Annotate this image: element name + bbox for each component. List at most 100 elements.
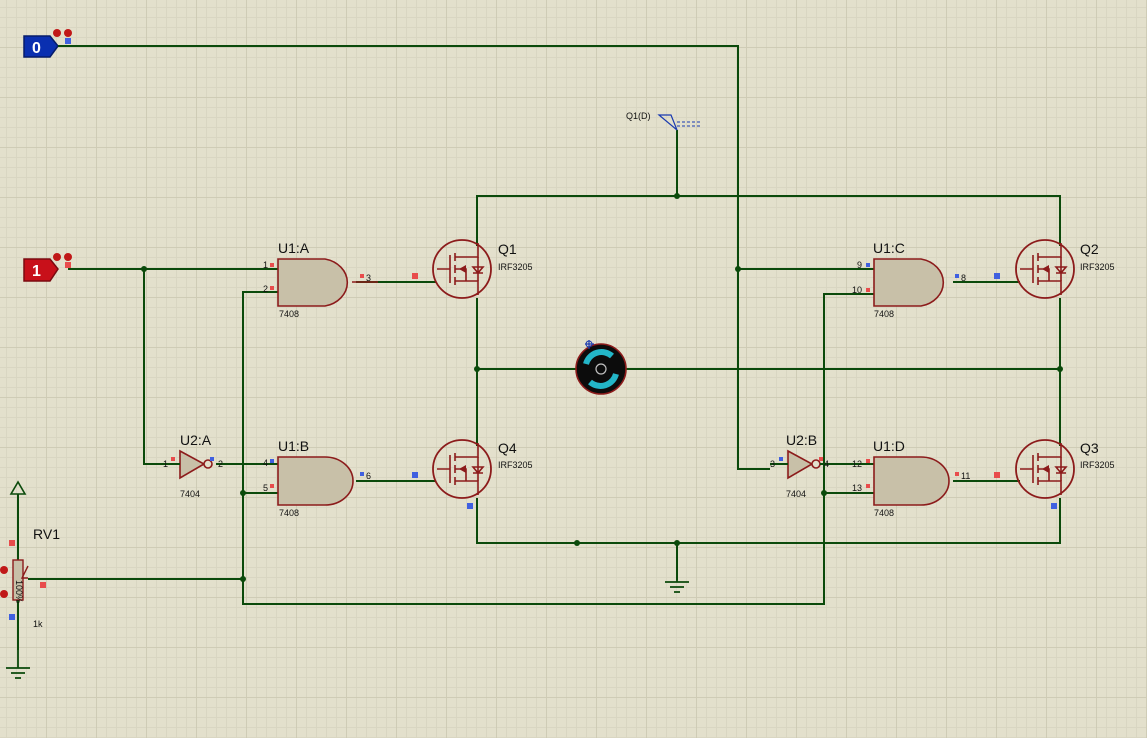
pin-number: 11 bbox=[961, 471, 970, 481]
logic-state-dot bbox=[53, 29, 61, 37]
logic-state-dot bbox=[53, 253, 61, 261]
pin-state-high bbox=[994, 472, 1000, 478]
logic-state-dot bbox=[64, 29, 72, 37]
and-gate-u1c[interactable]: U1:C 7408 9 10 8 bbox=[852, 240, 966, 319]
wires bbox=[28, 45, 1061, 605]
wire-to-u2a[interactable] bbox=[143, 269, 175, 465]
gate-part: 7404 bbox=[180, 489, 200, 499]
voltage-probe[interactable]: Q1(D) bbox=[626, 111, 700, 131]
pin-state-high bbox=[40, 582, 46, 588]
pin-state-low bbox=[467, 503, 473, 509]
terminal-0-label: 0 bbox=[32, 40, 41, 57]
mosfet-part: IRF3205 bbox=[498, 460, 533, 470]
and-gate-u1a[interactable]: U1:A 7408 1 2 3 bbox=[258, 240, 378, 319]
ground-symbol bbox=[665, 580, 689, 593]
pin-state-high bbox=[9, 540, 15, 546]
gate-part: 7404 bbox=[786, 489, 806, 499]
junction bbox=[674, 540, 680, 546]
pin-state-high bbox=[65, 262, 71, 268]
pin-state-high bbox=[955, 472, 959, 476]
gate-part: 7408 bbox=[874, 309, 894, 319]
terminal-1-label: 1 bbox=[32, 263, 41, 280]
power-arrow-icon bbox=[9, 480, 27, 495]
input-terminal-0[interactable]: 0 bbox=[23, 29, 75, 58]
pin-number: 4 bbox=[824, 459, 829, 469]
pin-state-high bbox=[819, 457, 823, 461]
pin-number: 2 bbox=[218, 459, 223, 469]
pin-state-low bbox=[994, 273, 1000, 279]
mosfet-ref: Q2 bbox=[1080, 241, 1099, 257]
pin-state-low bbox=[1051, 503, 1057, 509]
pin-state-high bbox=[360, 274, 364, 278]
pin-number: 12 bbox=[852, 459, 862, 469]
wire-top-rail[interactable] bbox=[476, 195, 1061, 246]
wire-bottom-rail[interactable] bbox=[476, 498, 1061, 544]
pin-number: 1 bbox=[163, 459, 168, 469]
mosfet-ref: Q3 bbox=[1080, 440, 1099, 456]
pin-number: 9 bbox=[857, 260, 862, 270]
junction bbox=[141, 266, 147, 272]
pot-value: 1k bbox=[33, 619, 43, 629]
mosfet-part: IRF3205 bbox=[1080, 460, 1115, 470]
junction bbox=[474, 366, 480, 372]
pin-state-low bbox=[412, 472, 418, 478]
gate-ref: U2:B bbox=[786, 432, 817, 448]
gate-part: 7408 bbox=[874, 508, 894, 518]
schematic-canvas[interactable]: 0 1 Q1(D) U1:A 7408 1 2 3 U1:B 7408 4 5 … bbox=[0, 0, 1147, 738]
wire-pwm-bus-left[interactable] bbox=[242, 291, 856, 605]
pin-state-high bbox=[866, 484, 870, 488]
pot-ref: RV1 bbox=[33, 526, 60, 542]
junction bbox=[240, 490, 246, 496]
pin-number: 5 bbox=[263, 483, 268, 493]
ground-symbol-pot bbox=[6, 650, 30, 679]
gate-part: 7408 bbox=[279, 309, 299, 319]
pin-state-high bbox=[412, 273, 418, 279]
inverter-u2a[interactable]: U2:A 7404 1 2 bbox=[163, 432, 223, 499]
pin-number: 13 bbox=[852, 483, 862, 493]
junction bbox=[240, 576, 246, 582]
gate-ref: U1:A bbox=[278, 240, 310, 256]
pin-number: 8 bbox=[961, 273, 966, 283]
pin-state-low bbox=[866, 263, 870, 267]
wire-terminal0[interactable] bbox=[75, 45, 770, 470]
input-terminal-1[interactable]: 1 bbox=[23, 253, 72, 282]
pin-state-low bbox=[955, 274, 959, 278]
junction bbox=[735, 266, 741, 272]
dc-motor[interactable] bbox=[575, 340, 627, 395]
logic-state-dot bbox=[0, 590, 8, 598]
mosfet-q4[interactable]: Q4 IRF3205 bbox=[412, 439, 533, 509]
pin-number: 6 bbox=[366, 471, 371, 481]
junction bbox=[674, 193, 680, 199]
pin-state-high bbox=[171, 457, 175, 461]
pin-state-low bbox=[779, 457, 783, 461]
potentiometer-rv1[interactable]: 100% RV1 1k bbox=[0, 480, 60, 650]
pin-state-low bbox=[9, 614, 15, 620]
mosfet-ref: Q1 bbox=[498, 241, 517, 257]
pin-state-high bbox=[270, 263, 274, 267]
pin-state-low bbox=[65, 38, 71, 44]
mosfet-q1[interactable]: Q1 IRF3205 bbox=[412, 239, 533, 299]
mosfet-q3[interactable]: Q3 IRF3205 bbox=[994, 439, 1115, 509]
pin-number: 10 bbox=[852, 285, 862, 295]
pin-number: 2 bbox=[263, 284, 268, 294]
pin-state-high bbox=[866, 288, 870, 292]
pin-number: 1 bbox=[263, 260, 268, 270]
pin-state-high bbox=[270, 286, 274, 290]
gate-ref: U2:A bbox=[180, 432, 212, 448]
junction bbox=[1057, 366, 1063, 372]
and-gate-u1b[interactable]: U1:B 7408 4 5 6 bbox=[258, 438, 371, 518]
mosfet-part: IRF3205 bbox=[1080, 262, 1115, 272]
pin-state-high bbox=[270, 484, 274, 488]
mosfet-part: IRF3205 bbox=[498, 262, 533, 272]
pin-state-low bbox=[210, 457, 214, 461]
gate-ref: U1:B bbox=[278, 438, 309, 454]
and-gate-u1d[interactable]: U1:D 7408 12 13 11 bbox=[852, 438, 970, 518]
pin-state-low bbox=[360, 472, 364, 476]
gate-ref: U1:D bbox=[873, 438, 905, 454]
pin-number: 4 bbox=[263, 458, 268, 468]
pin-state-high bbox=[866, 459, 870, 463]
mosfet-q2[interactable]: Q2 IRF3205 bbox=[994, 239, 1115, 299]
pin-number: 3 bbox=[366, 273, 371, 283]
inverter-u2b[interactable]: U2:B 7404 3 4 bbox=[770, 432, 829, 499]
pin-state-low bbox=[270, 459, 274, 463]
